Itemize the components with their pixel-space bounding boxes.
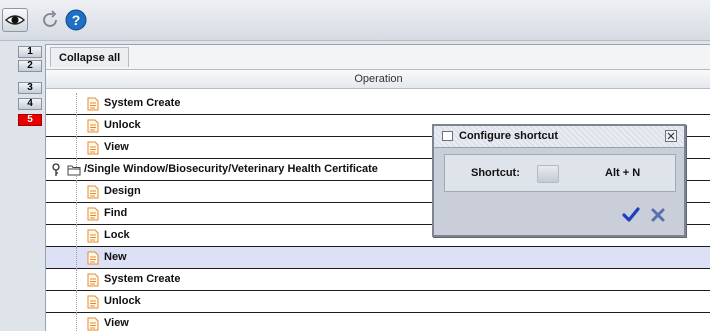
document-icon [87, 119, 99, 133]
shortcut-label: Shortcut: [471, 167, 520, 179]
document-icon [87, 229, 99, 243]
refresh-button[interactable] [38, 8, 64, 32]
tree-row[interactable]: System Create [46, 93, 710, 115]
panel-topbar: Collapse all [46, 45, 710, 69]
shortcut-field: Shortcut: Alt + N [444, 154, 676, 192]
operation-label: Design [104, 185, 141, 197]
tree-row[interactable]: Unlock [46, 291, 710, 313]
document-icon [87, 185, 99, 199]
tree-connector [76, 181, 78, 203]
operation-label: Find [104, 207, 128, 219]
tree-connector [76, 203, 78, 225]
folder-icon [67, 165, 81, 176]
tree-connector [76, 115, 78, 137]
document-icon [87, 207, 99, 221]
column-header-operation[interactable]: Operation [46, 69, 710, 89]
level-tab-2[interactable]: 2 [18, 60, 42, 72]
document-icon [87, 317, 99, 331]
refresh-icon [43, 10, 57, 27]
shortcut-key-input[interactable] [537, 165, 559, 183]
document-icon [87, 295, 99, 309]
operation-label: Lock [104, 229, 130, 241]
cancel-button[interactable] [650, 207, 666, 223]
tree-connector [76, 247, 78, 269]
collapse-all-button[interactable]: Collapse all [50, 47, 130, 67]
eye-icon [4, 15, 26, 25]
help-button[interactable]: ? [64, 8, 90, 32]
tree-connector [76, 291, 78, 313]
operation-label: View [104, 317, 129, 329]
ok-button[interactable] [622, 206, 640, 224]
operation-label: Unlock [104, 119, 141, 131]
document-icon [87, 251, 99, 265]
tree-connector [76, 93, 78, 115]
document-icon [87, 97, 99, 111]
folder-path-label: /Single Window/Biosecurity/Veterinary He… [84, 163, 378, 175]
window-icon [442, 131, 453, 141]
tree-row[interactable]: System Create [46, 269, 710, 291]
configure-shortcut-dialog: Configure shortcut Shortcut: Alt + N [432, 124, 686, 237]
operation-label: Unlock [104, 295, 141, 307]
operation-label: New [104, 251, 127, 263]
operation-label: View [104, 141, 129, 153]
document-icon [87, 273, 99, 287]
tree-connector [76, 313, 78, 331]
operation-label: System Create [104, 273, 181, 285]
tree-connector [76, 225, 78, 247]
level-tab-5[interactable]: 5 [18, 114, 42, 126]
document-icon [87, 141, 99, 155]
tree-row[interactable]: New [46, 247, 710, 269]
expand-key-icon[interactable] [51, 163, 61, 177]
tree-connector [76, 269, 78, 291]
tree-connector [76, 137, 78, 159]
operation-label: System Create [104, 97, 181, 109]
level-tab-1[interactable]: 1 [18, 46, 42, 58]
shortcut-value: Alt + N [605, 167, 641, 179]
toolbar: ? [0, 0, 710, 41]
tree-row[interactable]: View [46, 313, 710, 331]
checkmark-icon [622, 207, 640, 222]
x-icon [651, 208, 665, 222]
close-icon [667, 132, 675, 140]
dialog-title: Configure shortcut [459, 130, 558, 142]
level-tab-3[interactable]: 3 [18, 82, 42, 94]
view-toggle-button[interactable] [2, 8, 28, 32]
help-glyph: ? [72, 12, 81, 28]
dialog-titlebar[interactable]: Configure shortcut [434, 126, 684, 148]
level-tab-4[interactable]: 4 [18, 98, 42, 110]
help-icon: ? [65, 9, 87, 31]
dialog-close-button[interactable] [665, 130, 677, 142]
